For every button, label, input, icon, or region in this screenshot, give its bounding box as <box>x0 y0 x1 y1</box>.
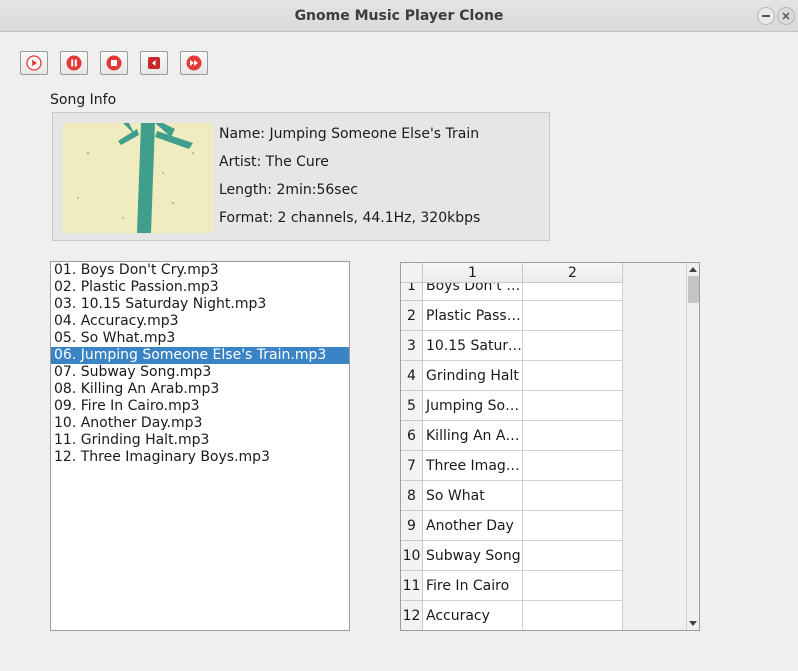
playlist-item[interactable]: 04. Accuracy.mp3 <box>51 313 349 330</box>
playlist-item[interactable]: 08. Killing An Arab.mp3 <box>51 381 349 398</box>
table-corner-button[interactable] <box>401 263 423 283</box>
table-cell[interactable]: Fire In Cairo <box>423 571 523 601</box>
table-cell[interactable]: Subway Song <box>423 541 523 571</box>
row-header[interactable]: 2 <box>401 301 423 331</box>
table-cell[interactable]: Three Imaginary Boys <box>423 451 523 481</box>
row-header[interactable]: 9 <box>401 511 423 541</box>
stop-icon <box>106 55 122 71</box>
table-row[interactable]: 3 10.15 Saturday Night <box>401 331 623 361</box>
row-header[interactable]: 10 <box>401 541 423 571</box>
row-header[interactable]: 11 <box>401 571 423 601</box>
table-cell[interactable] <box>523 601 623 630</box>
previous-button[interactable] <box>140 51 168 75</box>
song-name: Name: Jumping Someone Else's Train <box>219 126 480 142</box>
scroll-up-icon[interactable] <box>689 267 697 272</box>
close-button[interactable] <box>777 7 795 25</box>
table-cell[interactable]: Boys Don't Cry <box>423 283 523 301</box>
table-row[interactable]: 7 Three Imaginary Boys <box>401 451 623 481</box>
table-cell[interactable]: Grinding Halt <box>423 361 523 391</box>
pause-icon <box>66 55 82 71</box>
table-cell[interactable]: So What <box>423 481 523 511</box>
playlist-item[interactable]: 11. Grinding Halt.mp3 <box>51 432 349 449</box>
table-cell[interactable] <box>523 283 623 301</box>
row-header[interactable]: 1 <box>401 283 423 301</box>
row-header[interactable]: 7 <box>401 451 423 481</box>
column-header-2[interactable]: 2 <box>523 263 623 283</box>
table-cell[interactable]: Accuracy <box>423 601 523 630</box>
scrollbar-thumb[interactable] <box>688 276 699 303</box>
play-icon <box>26 55 42 71</box>
table-vertical-scrollbar[interactable] <box>686 263 699 630</box>
playlist-item[interactable]: 03. 10.15 Saturday Night.mp3 <box>51 296 349 313</box>
fast-forward-icon <box>186 55 202 71</box>
playlist-item[interactable]: 02. Plastic Passion.mp3 <box>51 279 349 296</box>
title-bar[interactable]: Gnome Music Player Clone <box>0 0 798 32</box>
minimize-button[interactable] <box>757 7 775 25</box>
song-format: Format: 2 channels, 44.1Hz, 320kbps <box>219 210 481 226</box>
fast-forward-button[interactable] <box>180 51 208 75</box>
play-button[interactable] <box>20 51 48 75</box>
song-length: Length: 2min:56sec <box>219 182 358 198</box>
table-cell[interactable]: Jumping Someone Else's Train <box>423 391 523 421</box>
previous-icon <box>148 57 160 69</box>
minimize-icon <box>762 15 770 17</box>
table-cell[interactable]: Plastic Passion <box>423 301 523 331</box>
stop-button[interactable] <box>100 51 128 75</box>
table-cell[interactable] <box>523 301 623 331</box>
close-icon <box>782 12 790 20</box>
table-cell[interactable]: Killing An Arab <box>423 421 523 451</box>
table-cell[interactable]: Another Day <box>423 511 523 541</box>
song-artist: Artist: The Cure <box>219 154 329 170</box>
column-header-1[interactable]: 1 <box>423 263 523 283</box>
table-cell[interactable] <box>523 541 623 571</box>
playlist-item[interactable]: 07. Subway Song.mp3 <box>51 364 349 381</box>
playlist-item[interactable]: 09. Fire In Cairo.mp3 <box>51 398 349 415</box>
table-cell[interactable] <box>523 511 623 541</box>
row-header[interactable]: 6 <box>401 421 423 451</box>
table-row[interactable]: 11 Fire In Cairo <box>401 571 623 601</box>
table-cell[interactable] <box>523 571 623 601</box>
table-row[interactable]: 12 Accuracy <box>401 601 623 630</box>
table-row[interactable]: 5 Jumping Someone Else's Train <box>401 391 623 421</box>
row-header[interactable]: 8 <box>401 481 423 511</box>
album-art <box>63 123 213 233</box>
playlist-item-selected[interactable]: 06. Jumping Someone Else's Train.mp3 <box>51 347 349 364</box>
track-table[interactable]: 1 2 1 Boys Don't Cry 2 Plastic Passion 3… <box>400 262 700 631</box>
table-cell[interactable] <box>523 451 623 481</box>
window-title: Gnome Music Player Clone <box>294 8 504 24</box>
table-row[interactable]: 10 Subway Song <box>401 541 623 571</box>
playlist-listbox[interactable]: 01. Boys Don't Cry.mp3 02. Plastic Passi… <box>50 261 350 631</box>
row-header[interactable]: 4 <box>401 361 423 391</box>
table-row[interactable]: 6 Killing An Arab <box>401 421 623 451</box>
table-cell[interactable] <box>523 361 623 391</box>
row-header[interactable]: 5 <box>401 391 423 421</box>
table-body: 1 Boys Don't Cry 2 Plastic Passion 3 10.… <box>401 283 686 630</box>
playlist-item[interactable]: 01. Boys Don't Cry.mp3 <box>51 262 349 279</box>
table-cell[interactable] <box>523 331 623 361</box>
table-row[interactable]: 4 Grinding Halt <box>401 361 623 391</box>
table-row[interactable]: 2 Plastic Passion <box>401 301 623 331</box>
table-row[interactable]: 8 So What <box>401 481 623 511</box>
playlist-item[interactable]: 05. So What.mp3 <box>51 330 349 347</box>
table-cell[interactable]: 10.15 Saturday Night <box>423 331 523 361</box>
scroll-down-icon[interactable] <box>689 621 697 626</box>
table-row[interactable]: 9 Another Day <box>401 511 623 541</box>
pause-button[interactable] <box>60 51 88 75</box>
table-row[interactable]: 1 Boys Don't Cry <box>401 283 623 301</box>
playlist-item[interactable]: 10. Another Day.mp3 <box>51 415 349 432</box>
song-info-label: Song Info <box>50 92 117 108</box>
table-cell[interactable] <box>523 481 623 511</box>
song-info-panel: Name: Jumping Someone Else's Train Artis… <box>52 112 550 241</box>
table-cell[interactable] <box>523 421 623 451</box>
playlist-item[interactable]: 12. Three Imaginary Boys.mp3 <box>51 449 349 466</box>
table-cell[interactable] <box>523 391 623 421</box>
row-header[interactable]: 3 <box>401 331 423 361</box>
row-header[interactable]: 12 <box>401 601 423 630</box>
